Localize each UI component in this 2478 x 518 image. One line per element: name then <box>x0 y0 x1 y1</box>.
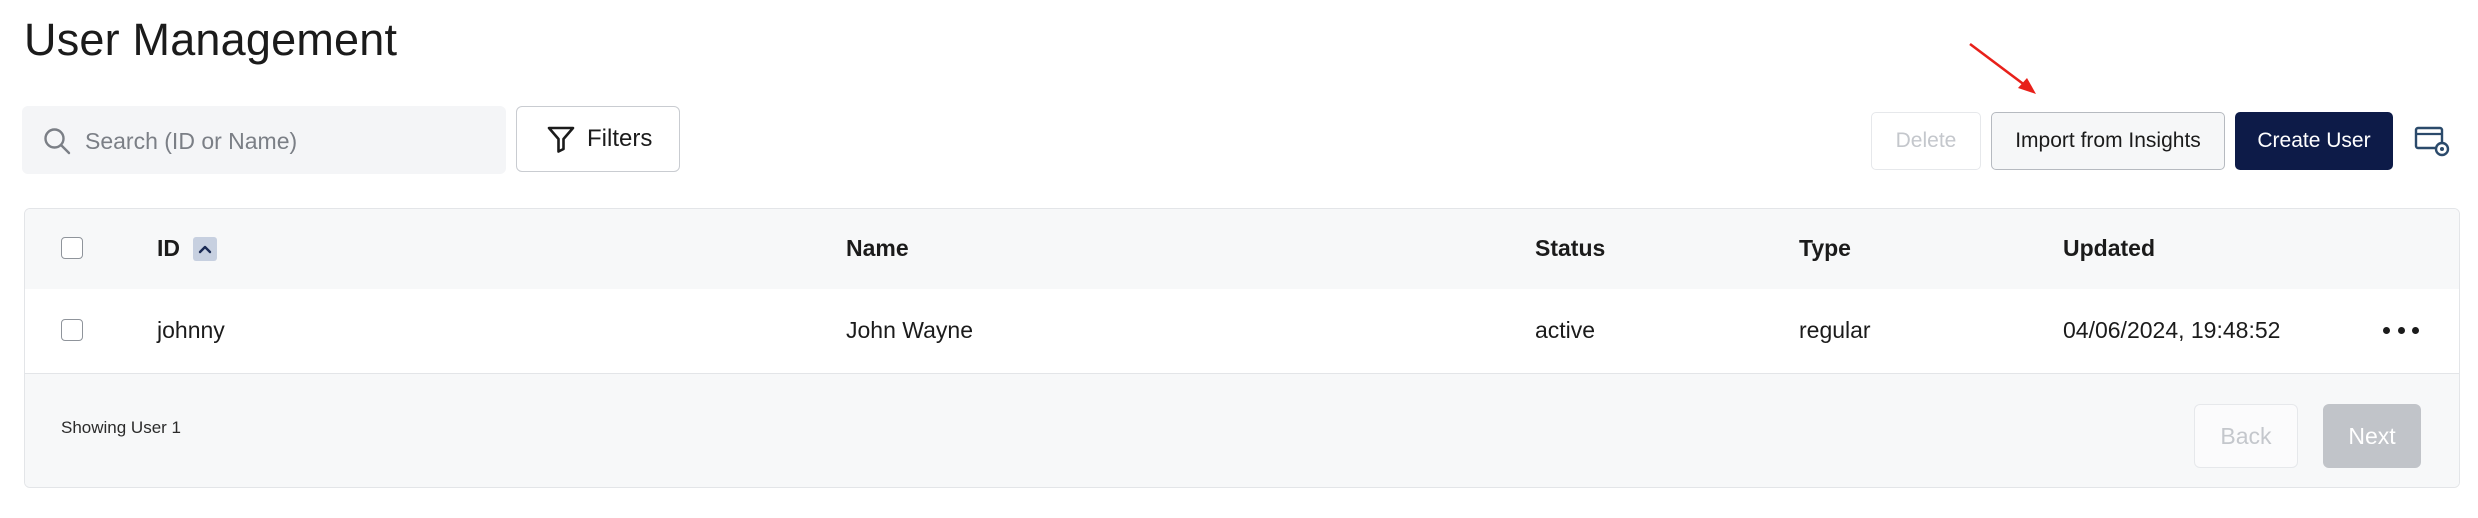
column-header-type[interactable]: Type <box>1799 235 1851 262</box>
filter-icon <box>547 126 575 153</box>
table-row[interactable]: johnny John Wayne active regular 04/06/2… <box>25 289 2459 374</box>
import-from-insights-button[interactable]: Import from Insights <box>1991 112 2225 170</box>
cell-id: johnny <box>157 317 225 343</box>
page-title: User Management <box>24 14 398 65</box>
search-input[interactable] <box>83 106 487 176</box>
users-table: ID Name Status Type Updated johnny John … <box>24 208 2460 488</box>
column-header-name[interactable]: Name <box>846 235 909 262</box>
search-icon <box>44 128 71 155</box>
column-header-status[interactable]: Status <box>1535 235 1605 262</box>
next-button[interactable]: Next <box>2323 404 2421 468</box>
table-settings-icon[interactable] <box>2414 124 2450 158</box>
table-footer: Showing User 1 Back Next <box>25 374 2459 487</box>
filters-button[interactable]: Filters <box>516 106 680 172</box>
row-checkbox[interactable] <box>61 319 83 341</box>
cell-name: John Wayne <box>846 317 973 343</box>
cell-updated: 04/06/2024, 19:48:52 <box>2063 317 2281 343</box>
delete-button[interactable]: Delete <box>1871 112 1981 170</box>
column-header-id[interactable]: ID <box>157 235 180 262</box>
annotation-arrow <box>1969 42 2036 94</box>
filters-label: Filters <box>587 125 653 152</box>
table-header: ID Name Status Type Updated <box>25 209 2459 290</box>
sort-ascending-icon[interactable] <box>193 237 217 261</box>
select-all-checkbox[interactable] <box>61 237 83 259</box>
create-user-button[interactable]: Create User <box>2235 112 2393 170</box>
showing-count: Showing User 1 <box>61 418 182 437</box>
column-header-updated[interactable]: Updated <box>2063 235 2155 262</box>
more-actions-icon[interactable] <box>2383 315 2419 345</box>
back-button[interactable]: Back <box>2194 404 2298 468</box>
cell-status: active <box>1535 317 1596 343</box>
search-box[interactable] <box>22 106 506 176</box>
cell-type: regular <box>1799 317 1871 343</box>
